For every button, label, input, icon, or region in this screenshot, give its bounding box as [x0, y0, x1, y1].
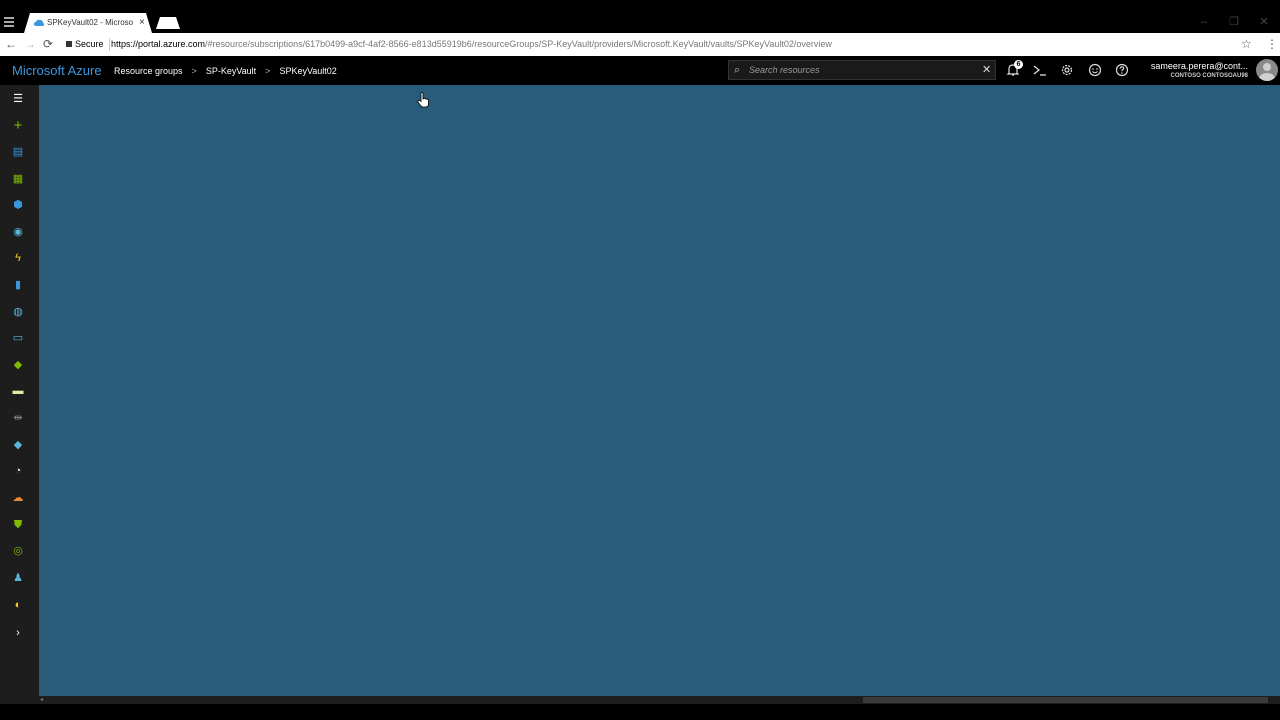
bottom-frame — [0, 704, 1280, 720]
sidebar-item-app-services[interactable]: ◉ — [10, 224, 26, 240]
user-account[interactable]: sameera.perera@cont... CONTOSO CONTOSOAU… — [1140, 61, 1248, 81]
sidebar-item-advisor[interactable]: ☁ — [10, 490, 26, 506]
sidebar-item-virtual-machines[interactable]: ▭ — [10, 330, 26, 346]
window-restore-button[interactable]: ❐ — [1224, 14, 1244, 30]
user-tenant: CONTOSO CONTOSOAU98 — [1170, 73, 1248, 79]
storage-accounts-icon: ▬ — [12, 385, 24, 397]
sidebar-item-cost-management[interactable]: ◎ — [10, 543, 26, 559]
forward-arrow-icon[interactable]: → — [24, 37, 36, 51]
sidebar-item-resource-groups[interactable]: ⬢ — [10, 197, 26, 213]
cloud-shell-icon[interactable] — [1032, 62, 1048, 78]
scroll-left-arrow-icon[interactable]: ◂ — [40, 696, 43, 704]
azure-active-directory-icon: ◆ — [13, 439, 23, 451]
scrollbar-thumb[interactable] — [863, 697, 1268, 703]
cost-management-icon: ◎ — [13, 545, 23, 557]
azure-brand-logo[interactable]: Microsoft Azure — [12, 63, 102, 79]
help-icon[interactable] — [1114, 62, 1130, 78]
azure-header: Microsoft Azure Resource groups > SP-KeyVa… — [0, 56, 1280, 85]
search-input[interactable] — [749, 63, 969, 77]
tab-close-icon[interactable]: × — [139, 13, 145, 33]
more-services-icon: › — [16, 627, 20, 639]
sidebar-item-create-resource[interactable]: + — [10, 118, 26, 134]
sidebar-item-monitor[interactable]: ◔ — [10, 463, 26, 479]
url-host: https://portal.azure.com — [111, 39, 206, 49]
dashboard-icon: ▤ — [12, 146, 24, 158]
sidebar-item-key-vaults[interactable]: ◐ — [10, 597, 26, 613]
sidebar-item-all-resources[interactable]: ▦ — [10, 171, 26, 187]
help-support-icon: ♟ — [13, 572, 23, 584]
url-field[interactable]: https://portal.azure.com/#resource/subsc… — [111, 38, 832, 50]
virtual-networks-icon: ⇹ — [13, 412, 23, 424]
breadcrumb-sp-keyvault[interactable]: SP-KeyVault — [206, 66, 256, 76]
feedback-smiley-icon[interactable] — [1087, 62, 1103, 78]
lock-icon — [66, 41, 72, 47]
back-arrow-icon[interactable]: ← — [5, 37, 17, 51]
sidebar-item-azure-active-directory[interactable]: ◆ — [10, 437, 26, 453]
search-icon: ⌕ — [734, 64, 741, 76]
cosmos-db-icon: ◍ — [13, 306, 23, 318]
breadcrumb-separator: > — [191, 66, 197, 76]
azure-cloud-icon — [34, 19, 44, 26]
secure-label: Secure — [75, 39, 104, 49]
window-minimize-button[interactable]: – — [1194, 14, 1214, 30]
sidebar: ☰ + ▤ ▦ ⬢ ◉ ϟ ▮ ◍ ▭ ◆ ▬ ⇹ ◆ ◔ ☁ ⛊ ◎ ♟ ◐ › — [0, 85, 39, 704]
star-icon[interactable]: ☆ — [1241, 37, 1252, 51]
breadcrumb-resource-groups[interactable]: Resource groups — [114, 66, 183, 76]
sidebar-item-more-services[interactable]: › — [10, 625, 26, 641]
reload-icon[interactable]: ⟳ — [43, 37, 53, 51]
sidebar-item-cosmos-db[interactable]: ◍ — [10, 304, 26, 320]
avatar[interactable] — [1256, 59, 1278, 81]
search-box: ⌕ ✕ — [728, 60, 996, 80]
window-close-button[interactable]: ✕ — [1254, 14, 1274, 30]
sidebar-item-function-apps[interactable]: ϟ — [10, 250, 26, 266]
hamburger-menu-icon: ☰ — [13, 93, 23, 105]
hand-cursor-icon — [417, 92, 429, 108]
kebab-icon[interactable]: ⋮ — [1266, 37, 1278, 51]
app-services-icon: ◉ — [13, 226, 23, 238]
notification-count-badge: 6 — [1014, 60, 1023, 69]
breadcrumb-separator: > — [265, 66, 271, 76]
sidebar-item-load-balancers[interactable]: ◆ — [10, 357, 26, 373]
browser-tab-active[interactable]: SPKeyVault02 - Microsof × — [24, 13, 152, 33]
monitor-icon: ◔ — [14, 465, 22, 477]
breadcrumb: Resource groups > SP-KeyVault > SPKeyVault02 — [114, 64, 337, 78]
search-clear-icon[interactable]: ✕ — [982, 63, 991, 77]
resource-groups-icon: ⬢ — [13, 199, 23, 211]
sidebar-item-help-support[interactable]: ♟ — [10, 570, 26, 586]
secure-indicator[interactable]: Secure — [66, 38, 104, 50]
virtual-machines-icon: ▭ — [12, 332, 24, 344]
horizontal-scrollbar[interactable]: ◂ — [39, 696, 1280, 704]
browser-tabstrip: SPKeyVault02 - Microsof × – ❐ ✕ — [0, 0, 1280, 33]
sidebar-item-sql-databases[interactable]: ▮ — [10, 277, 26, 293]
settings-icon[interactable] — [1059, 62, 1075, 78]
all-resources-icon: ▦ — [12, 173, 24, 185]
address-divider — [109, 38, 110, 51]
load-balancers-icon: ◆ — [13, 359, 23, 371]
browser-app-icon[interactable] — [3, 16, 15, 28]
breadcrumb-spkeyvault02[interactable]: SPKeyVault02 — [279, 66, 336, 76]
sidebar-item-virtual-networks[interactable]: ⇹ — [10, 410, 26, 426]
sidebar-item-hamburger-menu[interactable]: ☰ — [10, 91, 26, 107]
new-tab-button[interactable] — [156, 17, 180, 29]
sidebar-item-security-center[interactable]: ⛊ — [10, 517, 26, 533]
sidebar-item-storage-accounts[interactable]: ▬ — [10, 383, 26, 399]
tab-title: SPKeyVault02 - Microsof — [47, 18, 133, 27]
security-center-icon: ⛊ — [13, 519, 23, 531]
key-vaults-icon: ◐ — [14, 599, 22, 611]
url-path: /#resource/subscriptions/617b0499-a9cf-4… — [205, 39, 832, 49]
function-apps-icon: ϟ — [15, 252, 21, 264]
main-content-loading — [39, 85, 1280, 696]
browser-address-bar: ← → ⟳ Secure https://portal.azure.com/#r… — [0, 33, 1280, 56]
sidebar-item-dashboard[interactable]: ▤ — [10, 144, 26, 160]
advisor-icon: ☁ — [12, 492, 24, 504]
create-resource-icon: + — [13, 117, 23, 134]
sql-databases-icon: ▮ — [14, 279, 22, 291]
user-email: sameera.perera@cont... — [1150, 61, 1248, 71]
